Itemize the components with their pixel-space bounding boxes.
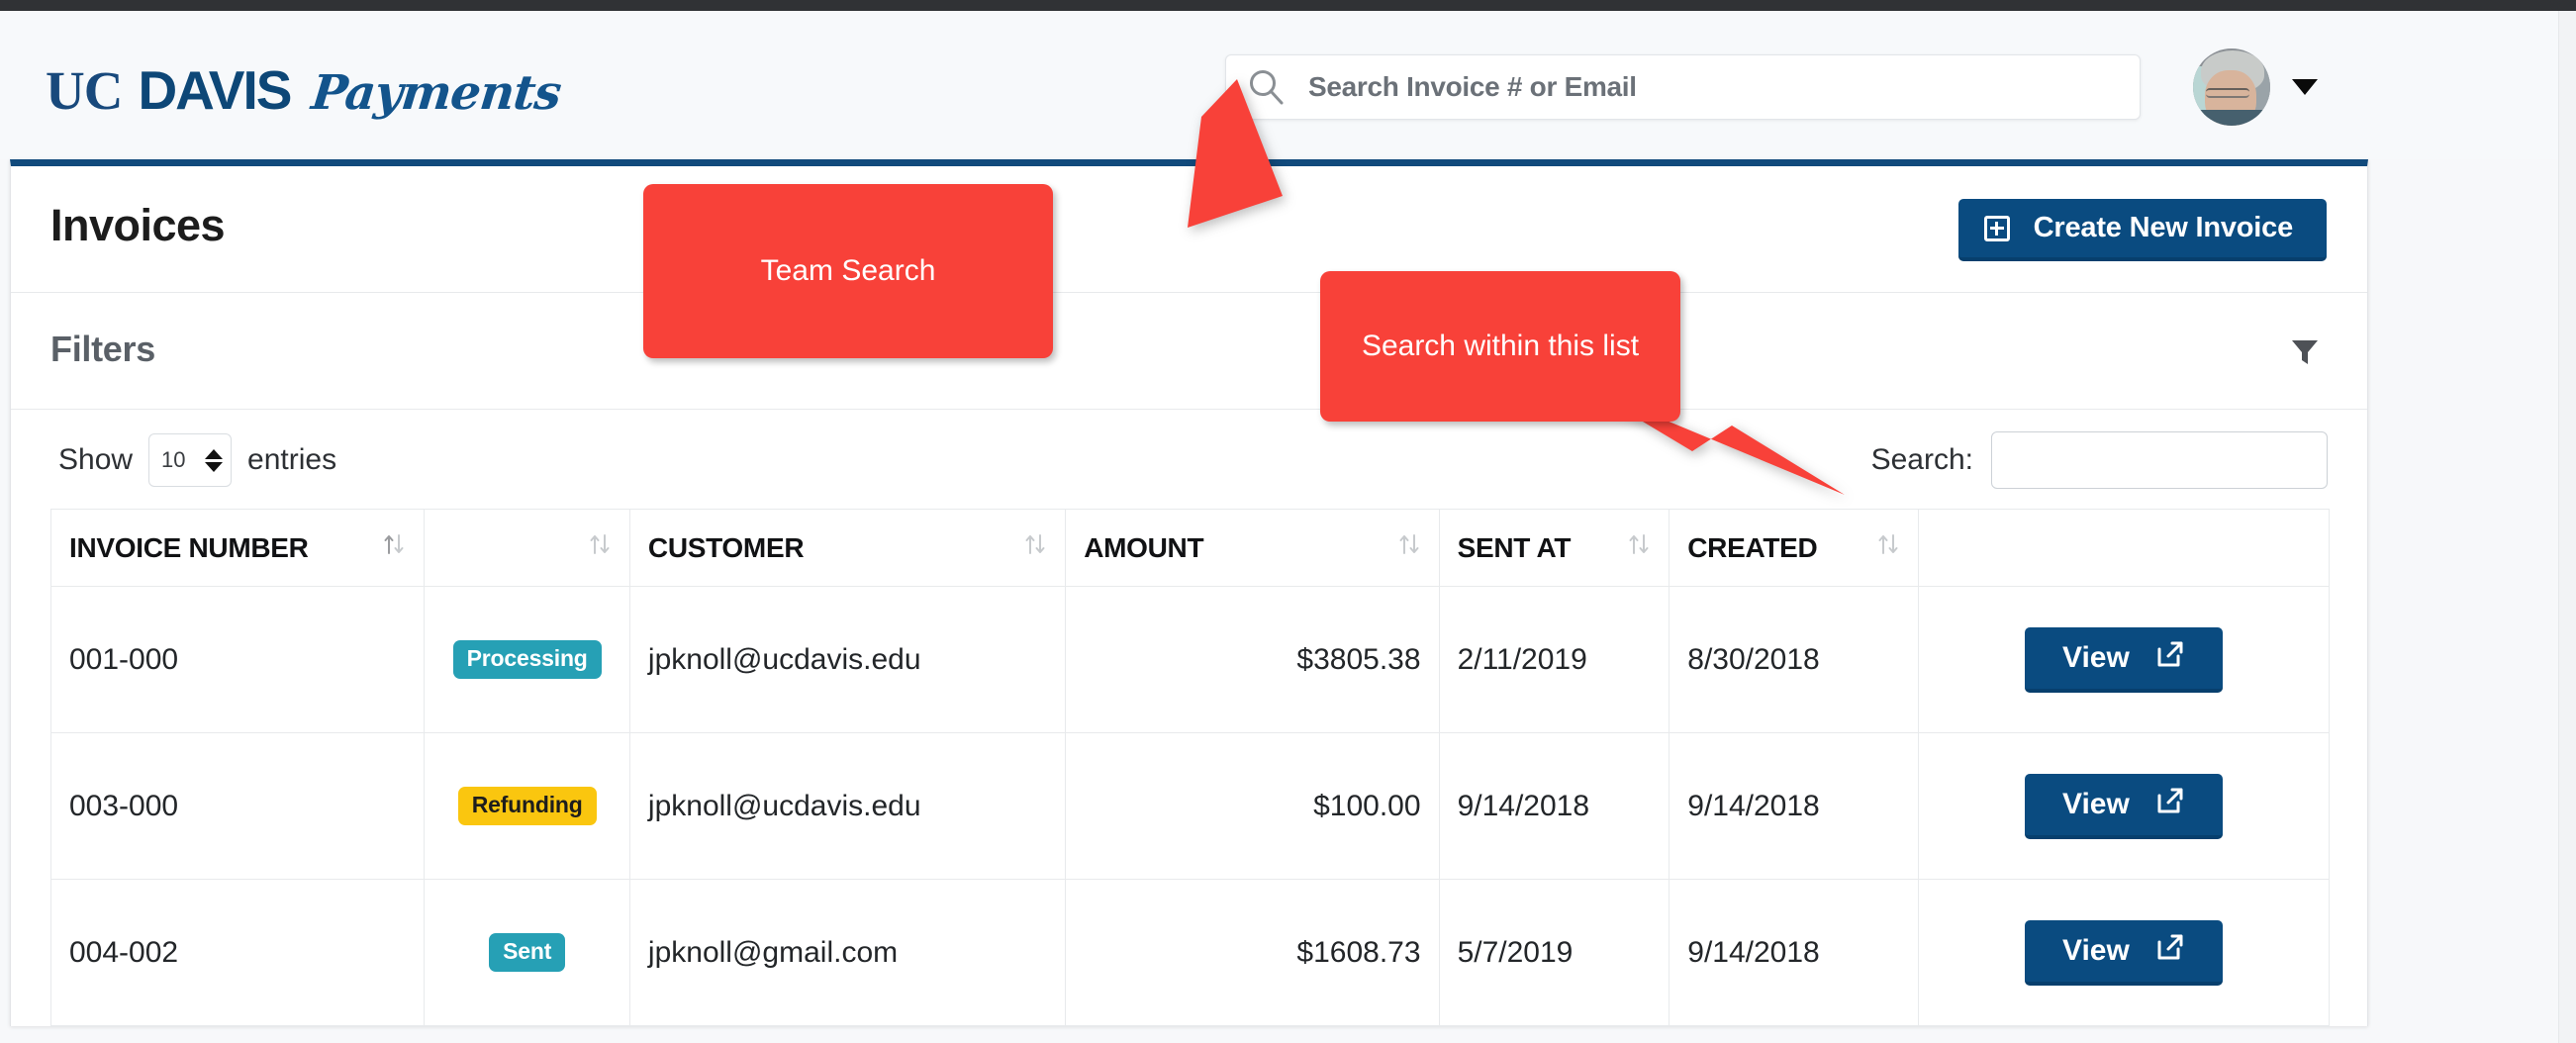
cell-sent-at: 2/11/2019 [1439, 587, 1670, 733]
brand-davis-text: DAVIS [138, 58, 290, 122]
user-menu[interactable] [2193, 48, 2318, 126]
view-button-label: View [2062, 788, 2130, 821]
callout-search-within-list-text: Search within this list [1362, 328, 1639, 365]
status-badge: Processing [453, 640, 602, 679]
column-label: CREATED [1687, 532, 1817, 564]
sort-icon [1627, 529, 1651, 566]
cell-amount: $1608.73 [1066, 880, 1439, 1026]
spinner-arrows-icon [205, 449, 223, 472]
callout-search-within-list: Search within this list [1320, 271, 1680, 422]
table-header: INVOICE NUMBER [51, 510, 2330, 587]
chevron-down-icon[interactable] [2292, 79, 2318, 95]
sort-icon [588, 529, 612, 566]
brand-uc-text: UC [46, 59, 122, 122]
search-icon [1248, 68, 1286, 106]
show-entries-control: Show 10 entries [58, 433, 336, 487]
column-label: SENT AT [1458, 532, 1572, 564]
invoices-card: Invoices Create New Invoice Filters Show… [10, 159, 2368, 1026]
cell-actions: View [1918, 587, 2329, 733]
page-title: Invoices [50, 200, 225, 251]
global-search-placeholder: Search Invoice # or Email [1308, 71, 1637, 103]
cell-invoice-number: 003-000 [51, 733, 425, 880]
column-label: CUSTOMER [648, 532, 804, 564]
table-controls: Show 10 entries Search: [11, 410, 2367, 509]
callout-team-search-text: Team Search [761, 252, 936, 290]
table-row[interactable]: 004-002 Sent jpknoll@gmail.com $1608.73 … [51, 880, 2330, 1026]
browser-chrome-strip [0, 0, 2576, 11]
column-header-status[interactable] [425, 510, 630, 587]
entries-per-page-select[interactable]: 10 [148, 433, 232, 487]
entries-per-page-value: 10 [161, 447, 185, 473]
external-link-icon [2155, 639, 2185, 677]
cell-amount: $100.00 [1066, 733, 1439, 880]
column-header-actions [1918, 510, 2329, 587]
view-button-label: View [2062, 641, 2130, 675]
cell-created: 9/14/2018 [1670, 733, 1919, 880]
cell-created: 9/14/2018 [1670, 880, 1919, 1026]
view-invoice-button[interactable]: View [2025, 774, 2223, 839]
app-screenshot: UC DAVIS Payments Search Invoice # or Ema… [0, 0, 2576, 1043]
table-row[interactable]: 003-000 Refunding jpknoll@ucdavis.edu $1… [51, 733, 2330, 880]
brand-logo[interactable]: UC DAVIS Payments [46, 58, 561, 122]
cell-sent-at: 5/7/2019 [1439, 880, 1670, 1026]
cell-status: Processing [425, 587, 630, 733]
view-button-label: View [2062, 934, 2130, 968]
filters-section: Filters [11, 293, 2367, 410]
table-row[interactable]: 001-000 Processing jpknoll@ucdavis.edu $… [51, 587, 2330, 733]
table-header-row: INVOICE NUMBER [51, 510, 2330, 587]
view-invoice-button[interactable]: View [2025, 627, 2223, 693]
invoices-table: INVOICE NUMBER [50, 509, 2330, 1026]
plus-square-icon [1984, 216, 2010, 241]
cell-status: Sent [425, 880, 630, 1026]
cell-customer: jpknoll@ucdavis.edu [629, 733, 1065, 880]
top-navigation-bar: UC DAVIS Payments Search Invoice # or Ema… [0, 11, 2576, 159]
cell-amount: $3805.38 [1066, 587, 1439, 733]
list-search-label: Search: [1871, 443, 1973, 477]
show-label: Show [58, 443, 133, 477]
column-label: AMOUNT [1084, 532, 1203, 564]
search-input[interactable] [1991, 431, 2328, 489]
cell-created: 8/30/2018 [1670, 587, 1919, 733]
create-new-invoice-label: Create New Invoice [2034, 212, 2293, 244]
external-link-icon [2155, 786, 2185, 823]
cell-actions: View [1918, 733, 2329, 880]
cell-customer: jpknoll@gmail.com [629, 880, 1065, 1026]
column-header-sent-at[interactable]: SENT AT [1439, 510, 1670, 587]
brand-payments-text: Payments [310, 65, 564, 121]
external-link-icon [2155, 932, 2185, 970]
cell-status: Refunding [425, 733, 630, 880]
column-label: INVOICE NUMBER [69, 532, 309, 564]
entries-label: entries [247, 443, 336, 477]
cell-invoice-number: 004-002 [51, 880, 425, 1026]
sort-icon [382, 529, 406, 566]
global-search-box[interactable]: Search Invoice # or Email [1225, 54, 2141, 120]
cell-invoice-number: 001-000 [51, 587, 425, 733]
avatar[interactable] [2193, 48, 2270, 126]
page-scrollbar[interactable] [2558, 11, 2576, 1043]
view-invoice-button[interactable]: View [2025, 920, 2223, 986]
status-badge: Sent [489, 933, 565, 972]
create-new-invoice-button[interactable]: Create New Invoice [1958, 199, 2327, 261]
cell-customer: jpknoll@ucdavis.edu [629, 587, 1065, 733]
sort-icon [1397, 529, 1421, 566]
filters-heading: Filters [50, 329, 155, 370]
callout-team-search: Team Search [643, 184, 1053, 358]
column-header-amount[interactable]: AMOUNT [1066, 510, 1439, 587]
cell-sent-at: 9/14/2018 [1439, 733, 1670, 880]
sort-icon [1023, 529, 1047, 566]
cell-actions: View [1918, 880, 2329, 1026]
sort-icon [1876, 529, 1900, 566]
filter-funnel-icon[interactable] [2282, 329, 2328, 374]
column-header-created[interactable]: CREATED [1670, 510, 1919, 587]
status-badge: Refunding [458, 787, 597, 825]
column-header-invoice-number[interactable]: INVOICE NUMBER [51, 510, 425, 587]
column-header-customer[interactable]: CUSTOMER [629, 510, 1065, 587]
table-body: 001-000 Processing jpknoll@ucdavis.edu $… [51, 587, 2330, 1026]
card-header: Invoices Create New Invoice [11, 166, 2367, 293]
list-search-control: Search: [1871, 431, 2328, 489]
